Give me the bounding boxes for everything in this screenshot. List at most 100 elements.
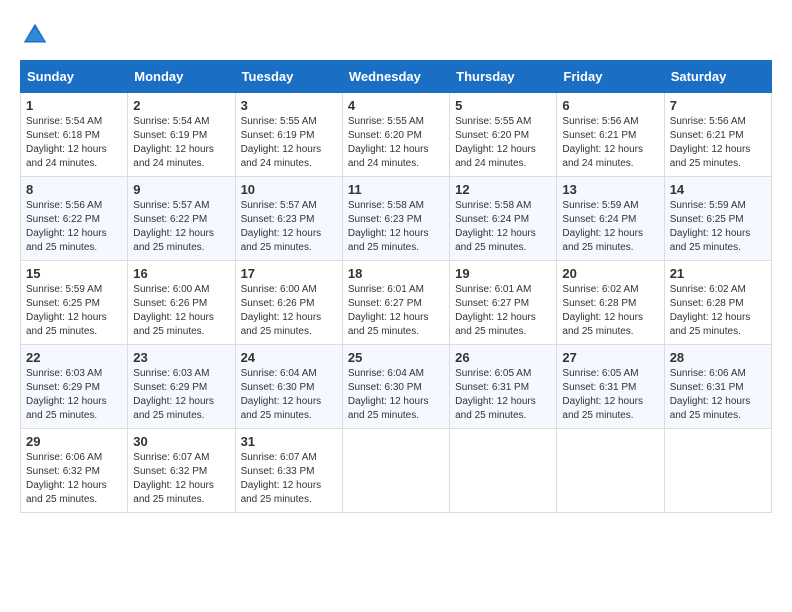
day-number: 9 xyxy=(133,182,229,197)
header xyxy=(20,20,772,50)
calendar-cell xyxy=(664,429,771,513)
day-info: Sunrise: 5:55 AMSunset: 6:20 PMDaylight:… xyxy=(348,115,444,171)
day-info: Sunrise: 5:59 AMSunset: 6:25 PMDaylight:… xyxy=(670,199,766,255)
header-thursday: Thursday xyxy=(450,61,557,93)
day-number: 20 xyxy=(562,266,658,281)
calendar-cell: 4 Sunrise: 5:55 AMSunset: 6:20 PMDayligh… xyxy=(342,93,449,177)
logo xyxy=(20,20,54,50)
day-info: Sunrise: 6:00 AMSunset: 6:26 PMDaylight:… xyxy=(133,283,229,339)
calendar-cell: 12 Sunrise: 5:58 AMSunset: 6:24 PMDaylig… xyxy=(450,177,557,261)
day-number: 5 xyxy=(455,98,551,113)
day-number: 12 xyxy=(455,182,551,197)
day-info: Sunrise: 5:57 AMSunset: 6:23 PMDaylight:… xyxy=(241,199,337,255)
header-wednesday: Wednesday xyxy=(342,61,449,93)
day-info: Sunrise: 5:55 AMSunset: 6:20 PMDaylight:… xyxy=(455,115,551,171)
calendar-cell: 24 Sunrise: 6:04 AMSunset: 6:30 PMDaylig… xyxy=(235,345,342,429)
calendar-cell: 13 Sunrise: 5:59 AMSunset: 6:24 PMDaylig… xyxy=(557,177,664,261)
calendar-cell: 17 Sunrise: 6:00 AMSunset: 6:26 PMDaylig… xyxy=(235,261,342,345)
day-number: 4 xyxy=(348,98,444,113)
calendar-cell: 3 Sunrise: 5:55 AMSunset: 6:19 PMDayligh… xyxy=(235,93,342,177)
day-number: 24 xyxy=(241,350,337,365)
day-info: Sunrise: 5:56 AMSunset: 6:21 PMDaylight:… xyxy=(562,115,658,171)
calendar: SundayMondayTuesdayWednesdayThursdayFrid… xyxy=(20,60,772,513)
calendar-cell: 18 Sunrise: 6:01 AMSunset: 6:27 PMDaylig… xyxy=(342,261,449,345)
day-number: 28 xyxy=(670,350,766,365)
day-info: Sunrise: 6:04 AMSunset: 6:30 PMDaylight:… xyxy=(241,367,337,423)
week-row-5: 29 Sunrise: 6:06 AMSunset: 6:32 PMDaylig… xyxy=(21,429,772,513)
calendar-cell: 1 Sunrise: 5:54 AMSunset: 6:18 PMDayligh… xyxy=(21,93,128,177)
calendar-cell: 23 Sunrise: 6:03 AMSunset: 6:29 PMDaylig… xyxy=(128,345,235,429)
week-row-4: 22 Sunrise: 6:03 AMSunset: 6:29 PMDaylig… xyxy=(21,345,772,429)
calendar-cell: 6 Sunrise: 5:56 AMSunset: 6:21 PMDayligh… xyxy=(557,93,664,177)
day-number: 7 xyxy=(670,98,766,113)
calendar-cell: 9 Sunrise: 5:57 AMSunset: 6:22 PMDayligh… xyxy=(128,177,235,261)
calendar-cell: 2 Sunrise: 5:54 AMSunset: 6:19 PMDayligh… xyxy=(128,93,235,177)
day-info: Sunrise: 6:01 AMSunset: 6:27 PMDaylight:… xyxy=(455,283,551,339)
calendar-cell: 22 Sunrise: 6:03 AMSunset: 6:29 PMDaylig… xyxy=(21,345,128,429)
week-row-1: 1 Sunrise: 5:54 AMSunset: 6:18 PMDayligh… xyxy=(21,93,772,177)
calendar-cell: 25 Sunrise: 6:04 AMSunset: 6:30 PMDaylig… xyxy=(342,345,449,429)
day-number: 19 xyxy=(455,266,551,281)
day-number: 18 xyxy=(348,266,444,281)
week-row-2: 8 Sunrise: 5:56 AMSunset: 6:22 PMDayligh… xyxy=(21,177,772,261)
day-number: 23 xyxy=(133,350,229,365)
calendar-cell: 7 Sunrise: 5:56 AMSunset: 6:21 PMDayligh… xyxy=(664,93,771,177)
day-number: 31 xyxy=(241,434,337,449)
day-info: Sunrise: 5:54 AMSunset: 6:18 PMDaylight:… xyxy=(26,115,122,171)
calendar-cell: 5 Sunrise: 5:55 AMSunset: 6:20 PMDayligh… xyxy=(450,93,557,177)
day-number: 3 xyxy=(241,98,337,113)
calendar-cell: 15 Sunrise: 5:59 AMSunset: 6:25 PMDaylig… xyxy=(21,261,128,345)
day-info: Sunrise: 6:06 AMSunset: 6:31 PMDaylight:… xyxy=(670,367,766,423)
day-number: 6 xyxy=(562,98,658,113)
calendar-cell: 16 Sunrise: 6:00 AMSunset: 6:26 PMDaylig… xyxy=(128,261,235,345)
day-info: Sunrise: 5:54 AMSunset: 6:19 PMDaylight:… xyxy=(133,115,229,171)
day-number: 15 xyxy=(26,266,122,281)
calendar-cell xyxy=(557,429,664,513)
day-info: Sunrise: 6:05 AMSunset: 6:31 PMDaylight:… xyxy=(455,367,551,423)
day-number: 10 xyxy=(241,182,337,197)
calendar-cell: 10 Sunrise: 5:57 AMSunset: 6:23 PMDaylig… xyxy=(235,177,342,261)
day-info: Sunrise: 5:56 AMSunset: 6:22 PMDaylight:… xyxy=(26,199,122,255)
day-number: 14 xyxy=(670,182,766,197)
day-number: 29 xyxy=(26,434,122,449)
day-info: Sunrise: 6:07 AMSunset: 6:32 PMDaylight:… xyxy=(133,451,229,507)
day-info: Sunrise: 6:04 AMSunset: 6:30 PMDaylight:… xyxy=(348,367,444,423)
day-info: Sunrise: 6:03 AMSunset: 6:29 PMDaylight:… xyxy=(133,367,229,423)
day-number: 2 xyxy=(133,98,229,113)
day-number: 26 xyxy=(455,350,551,365)
day-info: Sunrise: 5:59 AMSunset: 6:24 PMDaylight:… xyxy=(562,199,658,255)
day-info: Sunrise: 5:58 AMSunset: 6:23 PMDaylight:… xyxy=(348,199,444,255)
day-info: Sunrise: 6:05 AMSunset: 6:31 PMDaylight:… xyxy=(562,367,658,423)
calendar-cell: 21 Sunrise: 6:02 AMSunset: 6:28 PMDaylig… xyxy=(664,261,771,345)
day-info: Sunrise: 6:00 AMSunset: 6:26 PMDaylight:… xyxy=(241,283,337,339)
day-number: 17 xyxy=(241,266,337,281)
header-friday: Friday xyxy=(557,61,664,93)
day-info: Sunrise: 6:02 AMSunset: 6:28 PMDaylight:… xyxy=(670,283,766,339)
calendar-cell: 29 Sunrise: 6:06 AMSunset: 6:32 PMDaylig… xyxy=(21,429,128,513)
day-number: 16 xyxy=(133,266,229,281)
day-number: 11 xyxy=(348,182,444,197)
day-number: 1 xyxy=(26,98,122,113)
day-number: 22 xyxy=(26,350,122,365)
day-info: Sunrise: 5:57 AMSunset: 6:22 PMDaylight:… xyxy=(133,199,229,255)
calendar-cell: 31 Sunrise: 6:07 AMSunset: 6:33 PMDaylig… xyxy=(235,429,342,513)
day-info: Sunrise: 6:02 AMSunset: 6:28 PMDaylight:… xyxy=(562,283,658,339)
calendar-cell: 30 Sunrise: 6:07 AMSunset: 6:32 PMDaylig… xyxy=(128,429,235,513)
day-info: Sunrise: 6:01 AMSunset: 6:27 PMDaylight:… xyxy=(348,283,444,339)
calendar-cell: 20 Sunrise: 6:02 AMSunset: 6:28 PMDaylig… xyxy=(557,261,664,345)
calendar-cell: 8 Sunrise: 5:56 AMSunset: 6:22 PMDayligh… xyxy=(21,177,128,261)
day-info: Sunrise: 5:58 AMSunset: 6:24 PMDaylight:… xyxy=(455,199,551,255)
day-number: 13 xyxy=(562,182,658,197)
day-info: Sunrise: 6:06 AMSunset: 6:32 PMDaylight:… xyxy=(26,451,122,507)
header-sunday: Sunday xyxy=(21,61,128,93)
day-info: Sunrise: 5:55 AMSunset: 6:19 PMDaylight:… xyxy=(241,115,337,171)
calendar-cell xyxy=(342,429,449,513)
calendar-header-row: SundayMondayTuesdayWednesdayThursdayFrid… xyxy=(21,61,772,93)
day-info: Sunrise: 6:07 AMSunset: 6:33 PMDaylight:… xyxy=(241,451,337,507)
day-info: Sunrise: 6:03 AMSunset: 6:29 PMDaylight:… xyxy=(26,367,122,423)
header-monday: Monday xyxy=(128,61,235,93)
header-tuesday: Tuesday xyxy=(235,61,342,93)
calendar-cell xyxy=(450,429,557,513)
day-info: Sunrise: 5:59 AMSunset: 6:25 PMDaylight:… xyxy=(26,283,122,339)
calendar-cell: 14 Sunrise: 5:59 AMSunset: 6:25 PMDaylig… xyxy=(664,177,771,261)
